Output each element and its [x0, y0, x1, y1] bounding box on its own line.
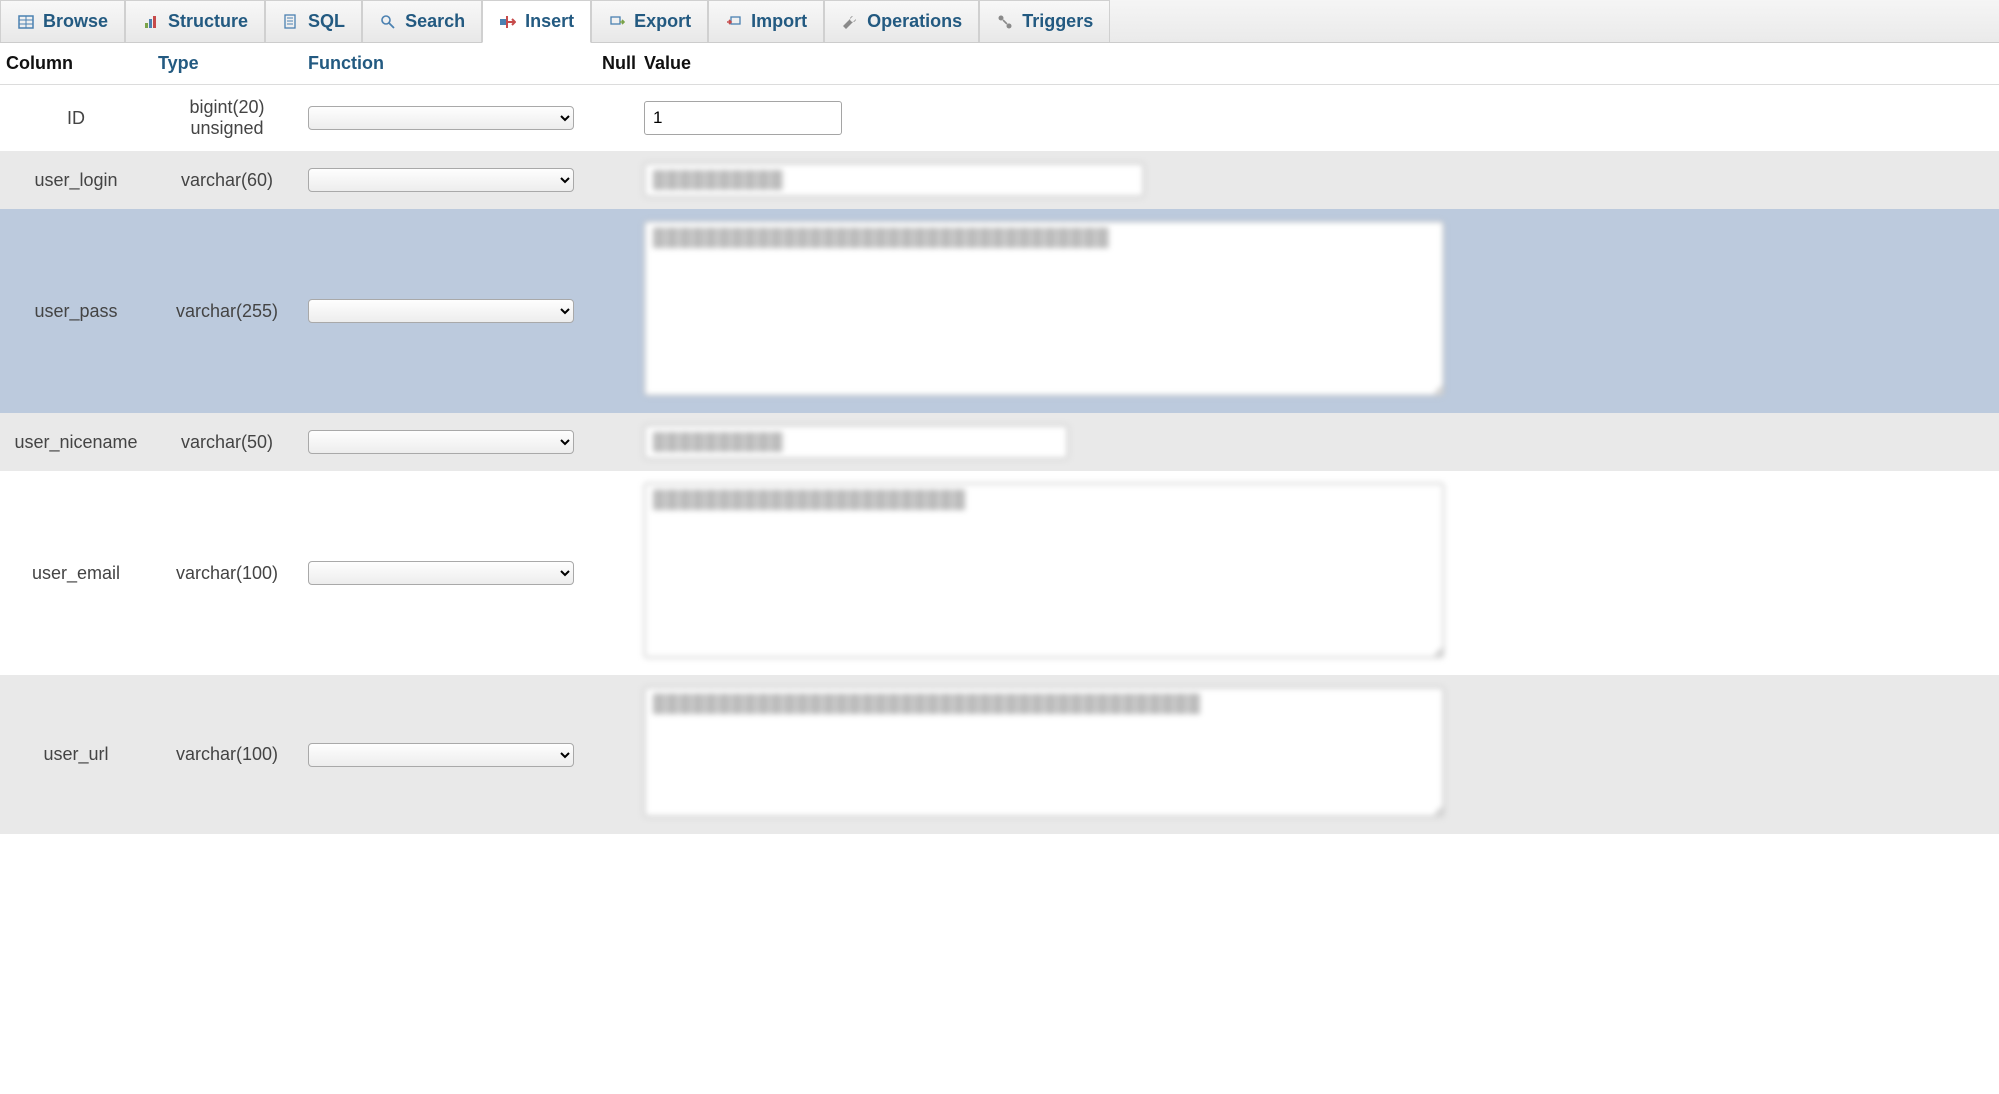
column-name: user_pass: [0, 209, 152, 413]
structure-icon: [142, 13, 160, 31]
value-input[interactable]: [644, 101, 842, 135]
import-icon: [725, 13, 743, 31]
tab-label: Browse: [43, 11, 108, 32]
tab-browse[interactable]: Browse: [0, 0, 125, 42]
insert-table: Column Type Function Null Value ID bigin…: [0, 43, 1999, 834]
table-row: user_pass varchar(255): [0, 209, 1999, 413]
tab-label: SQL: [308, 11, 345, 32]
value-textarea[interactable]: [644, 483, 1444, 658]
value-input[interactable]: [644, 425, 1068, 459]
column-name: user_nicename: [0, 413, 152, 471]
function-select[interactable]: [308, 743, 574, 767]
tab-structure[interactable]: Structure: [125, 0, 265, 42]
tab-export[interactable]: Export: [591, 0, 708, 42]
column-name: user_url: [0, 675, 152, 834]
function-select[interactable]: [308, 299, 574, 323]
column-name: user_login: [0, 151, 152, 209]
tab-label: Operations: [867, 11, 962, 32]
sql-icon: [282, 13, 300, 31]
table-row: user_nicename varchar(50): [0, 413, 1999, 471]
column-name: ID: [0, 85, 152, 152]
function-select[interactable]: [308, 561, 574, 585]
column-type: varchar(100): [152, 471, 302, 675]
header-column: Column: [0, 43, 152, 85]
tab-import[interactable]: Import: [708, 0, 824, 42]
table-row: user_email varchar(100): [0, 471, 1999, 675]
header-null: Null: [596, 43, 638, 85]
tab-label: Insert: [525, 11, 574, 32]
tab-label: Export: [634, 11, 691, 32]
value-input[interactable]: [644, 163, 1144, 197]
insert-icon: [499, 13, 517, 31]
tab-search[interactable]: Search: [362, 0, 482, 42]
function-select[interactable]: [308, 106, 574, 130]
table-row: user_login varchar(60): [0, 151, 1999, 209]
value-textarea[interactable]: [644, 221, 1444, 396]
search-icon: [379, 13, 397, 31]
tab-label: Import: [751, 11, 807, 32]
table-icon: [17, 13, 35, 31]
column-type: varchar(100): [152, 675, 302, 834]
export-icon: [608, 13, 626, 31]
table-row: user_url varchar(100): [0, 675, 1999, 834]
tab-operations[interactable]: Operations: [824, 0, 979, 42]
wrench-icon: [841, 13, 859, 31]
tab-insert[interactable]: Insert: [482, 0, 591, 43]
column-name: user_email: [0, 471, 152, 675]
tab-label: Triggers: [1022, 11, 1093, 32]
column-type: bigint(20) unsigned: [152, 85, 302, 152]
table-row: ID bigint(20) unsigned: [0, 85, 1999, 152]
header-value: Value: [638, 43, 1999, 85]
function-select[interactable]: [308, 168, 574, 192]
triggers-icon: [996, 13, 1014, 31]
tab-sql[interactable]: SQL: [265, 0, 362, 42]
insert-rows: ID bigint(20) unsigned user_login varcha…: [0, 85, 1999, 835]
tab-label: Search: [405, 11, 465, 32]
function-select[interactable]: [308, 430, 574, 454]
tab-bar: Browse Structure SQL Search Insert Expor…: [0, 0, 1999, 43]
column-type: varchar(255): [152, 209, 302, 413]
value-textarea[interactable]: [644, 687, 1444, 817]
column-type: varchar(60): [152, 151, 302, 209]
header-function[interactable]: Function: [302, 43, 596, 85]
tab-label: Structure: [168, 11, 248, 32]
header-type[interactable]: Type: [152, 43, 302, 85]
tab-triggers[interactable]: Triggers: [979, 0, 1110, 42]
column-type: varchar(50): [152, 413, 302, 471]
